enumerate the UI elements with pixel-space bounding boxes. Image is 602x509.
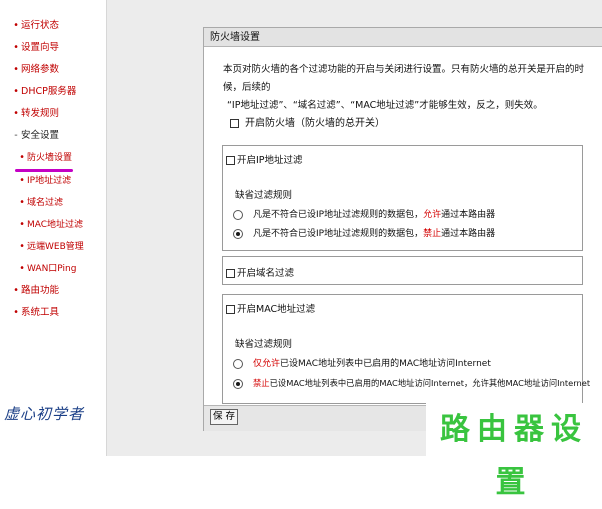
- domain-filter-title: 开启域名过滤: [237, 268, 295, 279]
- domain-filter-group: 开启域名过滤: [222, 256, 583, 285]
- nav-forwarding-label: 转发规则: [21, 108, 60, 119]
- nav-ip-filter[interactable]: • IP地址过滤: [17, 174, 71, 188]
- ip-rule-allow-prefix: 凡是不符合已设IP地址过滤规则的数据包，: [253, 210, 424, 220]
- ip-rule-allow-emph: 允许: [423, 210, 442, 220]
- description: 本页对防火墙的各个过滤功能的开启与关闭进行设置。只有防火墙的总开关是开启的时候，…: [223, 61, 593, 115]
- bullet-icon: •: [19, 175, 25, 186]
- nav-system-tools[interactable]: • 系统工具: [11, 306, 59, 320]
- active-indicator: [15, 169, 73, 172]
- nav-dhcp-label: DHCP服务器: [21, 86, 77, 97]
- ip-rule-deny-radio[interactable]: [233, 228, 243, 239]
- firewall-master-checkbox[interactable]: [230, 118, 239, 128]
- mac-filter-group: 开启MAC地址过滤 缺省过滤规则 仅允许已设MAC地址列表中已启用的MAC地址访…: [222, 294, 590, 404]
- bullet-icon: •: [19, 197, 25, 208]
- bullet-icon: •: [19, 263, 25, 274]
- minus-icon: -: [14, 130, 18, 141]
- domain-filter-checkbox[interactable]: [226, 269, 235, 278]
- nav-setup-wizard[interactable]: • 设置向导: [11, 41, 59, 55]
- nav-routing[interactable]: • 路由功能: [11, 284, 59, 298]
- nav-network[interactable]: • 网络参数: [11, 63, 59, 77]
- bullet-icon: •: [13, 307, 19, 318]
- bullet-icon: •: [13, 64, 19, 75]
- mac-default-rule-label: 缺省过滤规则: [235, 339, 293, 350]
- description-line-1: 本页对防火墙的各个过滤功能的开启与关闭进行设置。只有防火墙的总开关是开启的时候，…: [223, 64, 585, 93]
- nav-security-label: 安全设置: [21, 130, 60, 141]
- domain-filter-toggle[interactable]: 开启域名过滤: [226, 265, 294, 279]
- nav-mac-filter-label: MAC地址过滤: [27, 220, 84, 230]
- signature-text: 虚心初学者: [4, 405, 85, 423]
- nav-remote-web[interactable]: • 远端WEB管理: [17, 240, 84, 254]
- bullet-icon: •: [13, 20, 19, 31]
- nav-wan-ping[interactable]: • WAN口Ping: [17, 262, 76, 276]
- mac-rule-deny-emph: 禁止: [253, 378, 270, 388]
- mac-rule-deny-suffix: 已设MAC地址列表中已启用的MAC地址访问Internet，允许其他MAC地址访…: [269, 378, 591, 388]
- nav-firewall[interactable]: • 防火墙设置: [17, 151, 72, 165]
- bullet-icon: •: [13, 285, 19, 296]
- nav-security[interactable]: - 安全设置: [11, 129, 59, 143]
- bullet-icon: •: [13, 86, 19, 97]
- mac-rule-deny-option[interactable]: 禁止已设MAC地址列表中已启用的MAC地址访问Internet，允许其他MAC地…: [233, 377, 590, 389]
- mac-rule-allow-suffix: 已设MAC地址列表中已启用的MAC地址访问Internet: [280, 359, 491, 369]
- firewall-master-toggle[interactable]: 开启防火墙（防火墙的总开关）: [230, 114, 385, 129]
- ip-filter-title: 开启IP地址过滤: [237, 155, 303, 166]
- nav-routing-label: 路由功能: [21, 285, 60, 296]
- nav-wan-ping-label: WAN口Ping: [27, 264, 77, 274]
- firewall-master-label: 开启防火墙（防火墙的总开关）: [245, 118, 385, 129]
- panel-title: 防火墙设置: [204, 28, 602, 47]
- save-button[interactable]: 保 存: [210, 409, 238, 425]
- ip-filter-group: 开启IP地址过滤 缺省过滤规则 凡是不符合已设IP地址过滤规则的数据包，允许通过…: [222, 145, 583, 251]
- ip-default-rule-label: 缺省过滤规则: [235, 190, 293, 201]
- mac-rule-allow-radio[interactable]: [233, 358, 243, 369]
- nav-status-label: 运行状态: [21, 20, 60, 31]
- ip-rule-deny-suffix: 通过本路由器: [441, 229, 496, 239]
- ip-rule-deny-emph: 禁止: [423, 229, 442, 239]
- ip-rule-deny-option[interactable]: 凡是不符合已设IP地址过滤规则的数据包，禁止通过本路由器: [233, 226, 495, 239]
- nav-ip-filter-label: IP地址过滤: [27, 176, 72, 186]
- ip-filter-checkbox[interactable]: [226, 156, 235, 165]
- nav-mac-filter[interactable]: • MAC地址过滤: [17, 218, 83, 232]
- bullet-icon: •: [19, 241, 25, 252]
- mac-rule-allow-emph: 仅允许: [253, 359, 281, 369]
- nav-domain-filter[interactable]: • 域名过滤: [17, 196, 63, 210]
- nav-forwarding[interactable]: • 转发规则: [11, 107, 59, 121]
- ip-rule-allow-option[interactable]: 凡是不符合已设IP地址过滤规则的数据包，允许通过本路由器: [233, 207, 495, 220]
- mac-filter-checkbox[interactable]: [226, 305, 235, 314]
- nav-system-tools-label: 系统工具: [21, 307, 60, 318]
- mac-rule-deny-radio[interactable]: [233, 378, 243, 389]
- nav-status[interactable]: • 运行状态: [11, 19, 59, 33]
- nav-firewall-label: 防火墙设置: [27, 153, 73, 163]
- description-line-2: “IP地址过滤”、“域名过滤”、“MAC地址过滤”才能够生效，反之，则失效。: [227, 100, 543, 111]
- mac-filter-title: 开启MAC地址过滤: [237, 304, 316, 315]
- bullet-icon: •: [19, 219, 25, 230]
- sidebar: • 运行状态 • 设置向导 • 网络参数 • DHCP服务器 • 转发规则 - 安全设置 •…: [0, 0, 107, 456]
- ip-rule-allow-suffix: 通过本路由器: [441, 210, 496, 220]
- nav-setup-wizard-label: 设置向导: [21, 42, 60, 53]
- nav-remote-web-label: 远端WEB管理: [27, 242, 84, 252]
- bullet-icon: •: [19, 152, 25, 163]
- nav-network-label: 网络参数: [21, 64, 60, 75]
- watermark-text: 路由器设置: [426, 403, 602, 500]
- ip-rule-deny-prefix: 凡是不符合已设IP地址过滤规则的数据包，: [253, 229, 424, 239]
- bullet-icon: •: [13, 42, 19, 53]
- nav-domain-filter-label: 域名过滤: [27, 198, 64, 208]
- bullet-icon: •: [13, 108, 19, 119]
- firewall-settings-panel: 防火墙设置 本页对防火墙的各个过滤功能的开启与关闭进行设置。只有防火墙的总开关是…: [203, 27, 602, 431]
- nav-dhcp[interactable]: • DHCP服务器: [11, 85, 76, 99]
- ip-filter-toggle[interactable]: 开启IP地址过滤: [226, 152, 303, 166]
- mac-rule-allow-option[interactable]: 仅允许已设MAC地址列表中已启用的MAC地址访问Internet: [233, 356, 491, 369]
- mac-filter-toggle[interactable]: 开启MAC地址过滤: [226, 301, 315, 315]
- ip-rule-allow-radio[interactable]: [233, 209, 243, 220]
